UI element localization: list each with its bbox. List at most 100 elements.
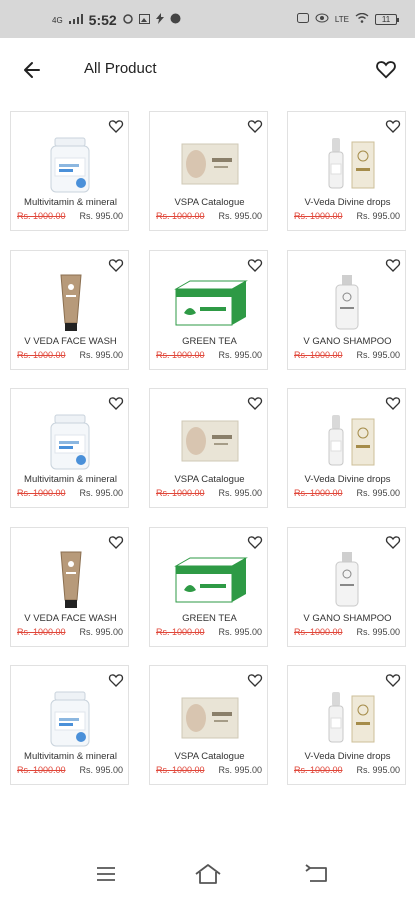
- product-image: [150, 682, 269, 750]
- product-card[interactable]: V VEDA FACE WASH Rs. 1000.00 Rs. 995.00: [10, 527, 129, 647]
- network-right: LTE: [334, 14, 349, 24]
- drops-image: [328, 415, 375, 466]
- product-price: Rs. 995.00: [79, 627, 123, 637]
- back-button[interactable]: [18, 56, 48, 84]
- product-name: V GANO SHAMPOO: [303, 613, 392, 624]
- heart-icon: [376, 61, 396, 79]
- product-card[interactable]: VSPA Catalogue Rs. 1000.00 Rs. 995.00: [149, 388, 268, 508]
- product-mrp: Rs. 1000.00: [17, 765, 66, 775]
- product-name: VSPA Catalogue: [174, 197, 245, 208]
- product-card[interactable]: VSPA Catalogue Rs. 1000.00 Rs. 995.00: [149, 111, 268, 231]
- product-image: [150, 544, 269, 612]
- product-name: Multivitamin & mineral: [24, 751, 117, 762]
- product-card[interactable]: Multivitamin & mineral Rs. 1000.00 Rs. 995…: [10, 111, 129, 231]
- product-mrp: Rs. 1000.00: [17, 350, 66, 360]
- product-card[interactable]: Multivitamin & mineral Rs. 1000.00 Rs. 995…: [10, 665, 129, 785]
- wifi-icon: [355, 12, 369, 26]
- product-name: VSPA Catalogue: [174, 751, 245, 762]
- status-bar: 4G 5:52 LTE 11: [0, 0, 415, 38]
- return-icon: [305, 864, 327, 882]
- product-mrp: Rs. 1000.00: [17, 211, 66, 221]
- catalogue-image: [181, 697, 239, 739]
- product-mrp: Rs. 1000.00: [17, 627, 66, 637]
- green-tea-image: [174, 557, 248, 603]
- bottle-image: [50, 137, 90, 193]
- wishlist-button[interactable]: [375, 58, 397, 80]
- product-price: Rs. 995.00: [356, 627, 400, 637]
- app-header: All Product: [0, 38, 415, 102]
- product-mrp: Rs. 1000.00: [156, 765, 205, 775]
- product-mrp: Rs. 1000.00: [156, 350, 205, 360]
- product-card[interactable]: V-Veda Divine drops Rs. 1000.00 Rs. 995.00: [287, 111, 406, 231]
- product-mrp: Rs. 1000.00: [294, 211, 343, 221]
- product-name: V-Veda Divine drops: [304, 751, 391, 762]
- product-name: VSPA Catalogue: [174, 474, 245, 485]
- page-title: All Product: [84, 60, 157, 77]
- product-mrp: Rs. 1000.00: [156, 627, 205, 637]
- product-card[interactable]: V-Veda Divine drops Rs. 1000.00 Rs. 995.00: [287, 388, 406, 508]
- product-mrp: Rs. 1000.00: [294, 627, 343, 637]
- product-price: Rs. 995.00: [356, 765, 400, 775]
- product-card[interactable]: V-Veda Divine drops Rs. 1000.00 Rs. 995.00: [287, 665, 406, 785]
- product-price: Rs. 995.00: [356, 488, 400, 498]
- product-price: Rs. 995.00: [356, 350, 400, 360]
- product-mrp: Rs. 1000.00: [294, 488, 343, 498]
- product-card[interactable]: V GANO SHAMPOO Rs. 1000.00 Rs. 995.00: [287, 250, 406, 370]
- product-card[interactable]: GREEN TEA Rs. 1000.00 Rs. 995.00: [149, 250, 268, 370]
- product-name: GREEN TEA: [182, 336, 237, 347]
- home-button[interactable]: [193, 862, 223, 886]
- bottle-image: [50, 414, 90, 470]
- product-image: [288, 267, 407, 335]
- menu-icon: [97, 867, 115, 881]
- product-image: [11, 267, 130, 335]
- tube-image: [60, 274, 82, 331]
- clock: 5:52: [88, 12, 117, 28]
- product-price: Rs. 995.00: [79, 765, 123, 775]
- tube-image: [60, 551, 82, 608]
- product-name: Multivitamin & mineral: [24, 197, 117, 208]
- product-image: [150, 405, 269, 473]
- cast-icon: [296, 12, 309, 26]
- product-card[interactable]: GREEN TEA Rs. 1000.00 Rs. 995.00: [149, 527, 268, 647]
- product-name: V VEDA FACE WASH: [24, 613, 117, 624]
- home-icon: [195, 864, 221, 884]
- product-mrp: Rs. 1000.00: [156, 211, 205, 221]
- product-card[interactable]: V GANO SHAMPOO Rs. 1000.00 Rs. 995.00: [287, 527, 406, 647]
- drops-image: [328, 692, 375, 743]
- product-mrp: Rs. 1000.00: [156, 488, 205, 498]
- battery-indicator: 11: [375, 13, 399, 25]
- product-image: [11, 682, 130, 750]
- product-name: V-Veda Divine drops: [304, 197, 391, 208]
- product-price: Rs. 995.00: [79, 211, 123, 221]
- menu-button[interactable]: [91, 862, 121, 886]
- product-image: [11, 128, 130, 196]
- product-name: Multivitamin & mineral: [24, 474, 117, 485]
- product-price: Rs. 995.00: [79, 350, 123, 360]
- signal-icon: [68, 13, 83, 27]
- product-mrp: Rs. 1000.00: [294, 350, 343, 360]
- gallery-icon: [138, 13, 150, 27]
- product-name: V-Veda Divine drops: [304, 474, 391, 485]
- network-left: 4G: [52, 15, 63, 25]
- product-price: Rs. 995.00: [218, 765, 262, 775]
- back-nav-button[interactable]: [302, 862, 332, 886]
- shampoo-image: [335, 275, 359, 330]
- product-name: V VEDA FACE WASH: [24, 336, 117, 347]
- product-card[interactable]: VSPA Catalogue Rs. 1000.00 Rs. 995.00: [149, 665, 268, 785]
- catalogue-image: [181, 143, 239, 185]
- product-price: Rs. 995.00: [218, 211, 262, 221]
- product-mrp: Rs. 1000.00: [17, 488, 66, 498]
- bolt-icon: [155, 13, 164, 27]
- system-nav-bar: [0, 848, 415, 900]
- product-name: GREEN TEA: [182, 613, 237, 624]
- product-image: [11, 544, 130, 612]
- green-tea-image: [174, 280, 248, 326]
- product-card[interactable]: V VEDA FACE WASH Rs. 1000.00 Rs. 995.00: [10, 250, 129, 370]
- product-image: [150, 128, 269, 196]
- product-price: Rs. 995.00: [218, 627, 262, 637]
- product-card[interactable]: Multivitamin & mineral Rs. 1000.00 Rs. 995…: [10, 388, 129, 508]
- product-name: V GANO SHAMPOO: [303, 336, 392, 347]
- product-image: [288, 544, 407, 612]
- product-image: [11, 405, 130, 473]
- catalogue-image: [181, 420, 239, 462]
